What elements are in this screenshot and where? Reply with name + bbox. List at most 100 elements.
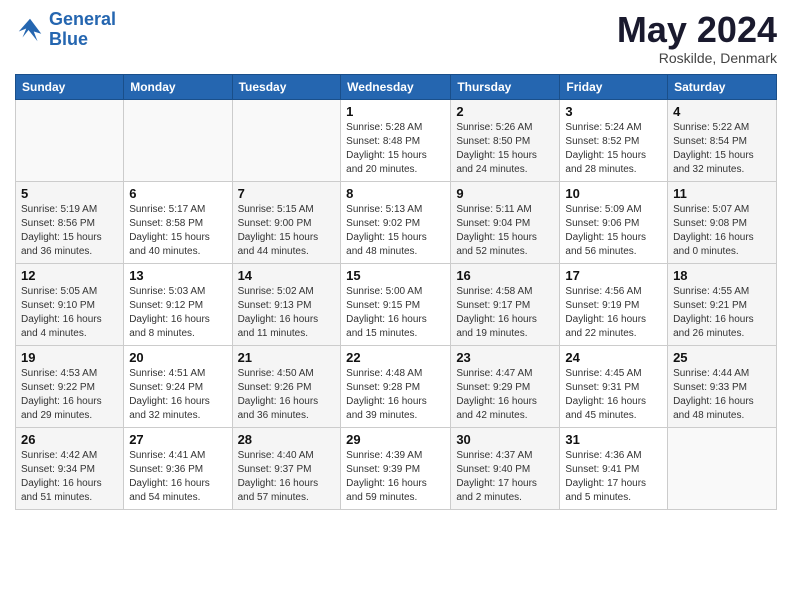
calendar-table: Sunday Monday Tuesday Wednesday Thursday… (15, 74, 777, 510)
day-number: 16 (456, 268, 554, 283)
day-info: Sunrise: 5:13 AM Sunset: 9:02 PM Dayligh… (346, 203, 445, 259)
table-row: 19Sunrise: 4:53 AM Sunset: 9:22 PM Dayli… (16, 345, 124, 427)
day-info: Sunrise: 5:19 AM Sunset: 8:56 PM Dayligh… (21, 203, 118, 259)
day-info: Sunrise: 4:47 AM Sunset: 9:29 PM Dayligh… (456, 367, 554, 423)
day-number: 21 (238, 350, 336, 365)
day-info: Sunrise: 4:44 AM Sunset: 9:33 PM Dayligh… (673, 367, 771, 423)
day-number: 30 (456, 432, 554, 447)
table-row: 26 Sunrise: 4:42 AM Sunset: 9:34 PM Dayli… (16, 427, 124, 509)
table-row (16, 99, 124, 181)
table-row: 8 Sunrise: 5:13 AM Sunset: 9:02 PM Daylig… (341, 181, 451, 263)
week-row-1: 5 Sunrise: 5:19 AM Sunset: 8:56 PM Daylig… (16, 181, 777, 263)
week-row-3: 19Sunrise: 4:53 AM Sunset: 9:22 PM Dayli… (16, 345, 777, 427)
title-section: May 2024 Roskilde, Denmark (617, 10, 777, 66)
col-wednesday: Wednesday (341, 74, 451, 99)
col-friday: Friday (560, 74, 668, 99)
day-info: Sunrise: 5:28 AM Sunset: 8:48 PM Dayligh… (346, 121, 445, 177)
day-number: 8 (346, 186, 445, 201)
day-info: Sunrise: 4:51 AM Sunset: 9:24 PM Dayligh… (129, 367, 226, 423)
col-saturday: Saturday (668, 74, 777, 99)
table-row: 3Sunrise: 5:24 AM Sunset: 8:52 PM Daylig… (560, 99, 668, 181)
logo-line1: General (49, 9, 116, 29)
day-number: 15 (346, 268, 445, 283)
day-info: Sunrise: 5:17 AM Sunset: 8:58 PM Dayligh… (129, 203, 226, 259)
day-info: Sunrise: 4:56 AM Sunset: 9:19 PM Dayligh… (565, 285, 662, 341)
day-info: Sunrise: 4:45 AM Sunset: 9:31 PM Dayligh… (565, 367, 662, 423)
day-info: Sunrise: 4:53 AM Sunset: 9:22 PM Dayligh… (21, 367, 118, 423)
table-row: 15 Sunrise: 5:00 AM Sunset: 9:15 PM Dayli… (341, 263, 451, 345)
day-number: 26 (21, 432, 118, 447)
day-number: 1 (346, 104, 445, 119)
table-row (668, 427, 777, 509)
day-info: Sunrise: 5:09 AM Sunset: 9:06 PM Dayligh… (565, 203, 662, 259)
table-row: 4 Sunrise: 5:22 AM Sunset: 8:54 PM Daylig… (668, 99, 777, 181)
table-row: 5 Sunrise: 5:19 AM Sunset: 8:56 PM Daylig… (16, 181, 124, 263)
day-info: Sunrise: 4:41 AM Sunset: 9:36 PM Dayligh… (129, 449, 226, 505)
month-title: May 2024 (617, 10, 777, 50)
table-row: 31 Sunrise: 4:36 AM Sunset: 9:41 PM Dayli… (560, 427, 668, 509)
table-row: 2Sunrise: 5:26 AM Sunset: 8:50 PM Daylig… (451, 99, 560, 181)
day-info: Sunrise: 4:39 AM Sunset: 9:39 PM Dayligh… (346, 449, 445, 505)
day-number: 24 (565, 350, 662, 365)
week-row-0: 1 Sunrise: 5:28 AM Sunset: 8:48 PM Daylig… (16, 99, 777, 181)
table-row: 13 Sunrise: 5:03 AM Sunset: 9:12 PM Dayli… (124, 263, 232, 345)
day-number: 18 (673, 268, 771, 283)
table-row: 10Sunrise: 5:09 AM Sunset: 9:06 PM Dayli… (560, 181, 668, 263)
day-info: Sunrise: 5:15 AM Sunset: 9:00 PM Dayligh… (238, 203, 336, 259)
day-info: Sunrise: 5:03 AM Sunset: 9:12 PM Dayligh… (129, 285, 226, 341)
day-info: Sunrise: 4:36 AM Sunset: 9:41 PM Dayligh… (565, 449, 662, 505)
table-row: 1 Sunrise: 5:28 AM Sunset: 8:48 PM Daylig… (341, 99, 451, 181)
table-row: 21Sunrise: 4:50 AM Sunset: 9:26 PM Dayli… (232, 345, 341, 427)
day-info: Sunrise: 5:00 AM Sunset: 9:15 PM Dayligh… (346, 285, 445, 341)
day-number: 6 (129, 186, 226, 201)
week-row-4: 26 Sunrise: 4:42 AM Sunset: 9:34 PM Dayli… (16, 427, 777, 509)
day-number: 25 (673, 350, 771, 365)
day-info: Sunrise: 4:55 AM Sunset: 9:21 PM Dayligh… (673, 285, 771, 341)
logo: General Blue (15, 10, 116, 50)
table-row: 24 Sunrise: 4:45 AM Sunset: 9:31 PM Dayli… (560, 345, 668, 427)
col-tuesday: Tuesday (232, 74, 341, 99)
day-info: Sunrise: 5:07 AM Sunset: 9:08 PM Dayligh… (673, 203, 771, 259)
day-number: 17 (565, 268, 662, 283)
day-info: Sunrise: 5:05 AM Sunset: 9:10 PM Dayligh… (21, 285, 118, 341)
day-number: 28 (238, 432, 336, 447)
day-number: 31 (565, 432, 662, 447)
day-info: Sunrise: 5:24 AM Sunset: 8:52 PM Dayligh… (565, 121, 662, 177)
location: Roskilde, Denmark (617, 50, 777, 66)
day-number: 12 (21, 268, 118, 283)
logo-text: General Blue (49, 10, 116, 50)
table-row: 7 Sunrise: 5:15 AM Sunset: 9:00 PM Daylig… (232, 181, 341, 263)
day-number: 22 (346, 350, 445, 365)
col-thursday: Thursday (451, 74, 560, 99)
page: General Blue May 2024 Roskilde, Denmark … (0, 0, 792, 520)
header: General Blue May 2024 Roskilde, Denmark (15, 10, 777, 66)
day-info: Sunrise: 5:11 AM Sunset: 9:04 PM Dayligh… (456, 203, 554, 259)
day-number: 9 (456, 186, 554, 201)
table-row: 18 Sunrise: 4:55 AM Sunset: 9:21 PM Dayli… (668, 263, 777, 345)
table-row: 11Sunrise: 5:07 AM Sunset: 9:08 PM Dayli… (668, 181, 777, 263)
day-number: 20 (129, 350, 226, 365)
day-number: 2 (456, 104, 554, 119)
table-row: 6 Sunrise: 5:17 AM Sunset: 8:58 PM Daylig… (124, 181, 232, 263)
day-info: Sunrise: 4:42 AM Sunset: 9:34 PM Dayligh… (21, 449, 118, 505)
table-row: 17 Sunrise: 4:56 AM Sunset: 9:19 PM Dayli… (560, 263, 668, 345)
day-info: Sunrise: 5:02 AM Sunset: 9:13 PM Dayligh… (238, 285, 336, 341)
table-row (232, 99, 341, 181)
day-number: 5 (21, 186, 118, 201)
table-row: 25 Sunrise: 4:44 AM Sunset: 9:33 PM Dayli… (668, 345, 777, 427)
day-number: 4 (673, 104, 771, 119)
table-row: 9 Sunrise: 5:11 AM Sunset: 9:04 PM Daylig… (451, 181, 560, 263)
table-row: 20 Sunrise: 4:51 AM Sunset: 9:24 PM Dayli… (124, 345, 232, 427)
table-row: 23 Sunrise: 4:47 AM Sunset: 9:29 PM Dayli… (451, 345, 560, 427)
day-info: Sunrise: 4:58 AM Sunset: 9:17 PM Dayligh… (456, 285, 554, 341)
day-number: 13 (129, 268, 226, 283)
table-row: 30Sunrise: 4:37 AM Sunset: 9:40 PM Dayli… (451, 427, 560, 509)
table-row: 29Sunrise: 4:39 AM Sunset: 9:39 PM Dayli… (341, 427, 451, 509)
week-row-2: 12 Sunrise: 5:05 AM Sunset: 9:10 PM Dayli… (16, 263, 777, 345)
table-row: 16 Sunrise: 4:58 AM Sunset: 9:17 PM Dayli… (451, 263, 560, 345)
day-number: 23 (456, 350, 554, 365)
header-row: Sunday Monday Tuesday Wednesday Thursday… (16, 74, 777, 99)
day-number: 7 (238, 186, 336, 201)
table-row (124, 99, 232, 181)
day-info: Sunrise: 5:22 AM Sunset: 8:54 PM Dayligh… (673, 121, 771, 177)
